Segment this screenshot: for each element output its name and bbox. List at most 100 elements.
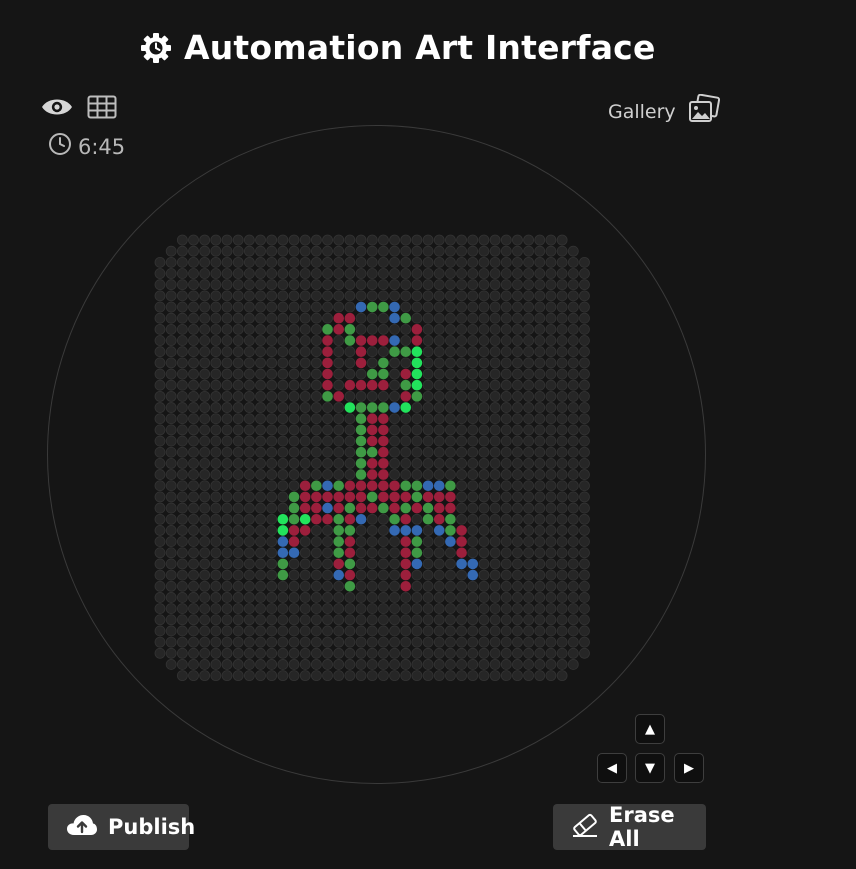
peg-empty[interactable] (221, 435, 233, 447)
peg-empty[interactable] (221, 379, 233, 391)
peg-empty[interactable] (255, 413, 266, 425)
peg-empty[interactable] (255, 614, 266, 626)
peg-empty[interactable] (333, 279, 345, 291)
peg-empty[interactable] (411, 301, 423, 313)
peg-empty[interactable] (188, 323, 199, 335)
peg-empty[interactable] (467, 424, 479, 436)
peg-empty[interactable] (523, 268, 535, 279)
peg-empty[interactable] (467, 513, 479, 525)
peg-empty[interactable] (422, 279, 434, 291)
peg-empty[interactable] (489, 446, 501, 458)
peg-empty[interactable] (210, 368, 222, 380)
peg-empty[interactable] (188, 480, 199, 492)
peg-empty[interactable] (445, 424, 456, 436)
peg-empty[interactable] (188, 279, 199, 291)
peg-empty[interactable] (523, 558, 535, 570)
peg-empty[interactable] (277, 647, 289, 659)
peg-empty[interactable] (266, 647, 278, 659)
peg-empty[interactable] (154, 592, 166, 603)
peg-empty[interactable] (232, 569, 244, 581)
peg-empty[interactable] (277, 491, 289, 503)
peg-empty[interactable] (478, 357, 490, 369)
peg-empty[interactable] (221, 268, 233, 279)
peg-empty[interactable] (523, 569, 535, 581)
peg-empty[interactable] (176, 569, 188, 581)
peg-empty[interactable] (188, 592, 199, 603)
peg-empty[interactable] (556, 647, 568, 659)
peg-green[interactable] (366, 301, 378, 313)
peg-empty[interactable] (176, 413, 188, 425)
peg-green[interactable] (355, 469, 367, 480)
peg-empty[interactable] (165, 592, 177, 603)
peg-empty[interactable] (489, 670, 501, 682)
peg-empty[interactable] (154, 491, 166, 503)
peg-empty[interactable] (221, 614, 233, 626)
peg-empty[interactable] (310, 279, 322, 291)
peg-empty[interactable] (299, 279, 311, 291)
peg-empty[interactable] (188, 234, 199, 246)
peg-empty[interactable] (579, 290, 590, 302)
peg-empty[interactable] (456, 312, 467, 324)
peg-green[interactable] (411, 491, 423, 503)
peg-empty[interactable] (500, 457, 512, 469)
peg-empty[interactable] (210, 636, 222, 648)
peg-empty[interactable] (366, 323, 378, 335)
peg-empty[interactable] (232, 323, 244, 335)
peg-empty[interactable] (221, 413, 233, 425)
peg-empty[interactable] (288, 335, 300, 346)
peg-empty[interactable] (344, 625, 356, 637)
peg-empty[interactable] (344, 469, 356, 480)
peg-blue[interactable] (355, 301, 367, 313)
peg-empty[interactable] (456, 368, 467, 380)
peg-empty[interactable] (534, 614, 546, 626)
peg-empty[interactable] (422, 625, 434, 637)
peg-empty[interactable] (288, 268, 300, 279)
peg-empty[interactable] (210, 435, 222, 447)
peg-red[interactable] (299, 525, 311, 536)
peg-empty[interactable] (232, 301, 244, 313)
peg-empty[interactable] (478, 659, 490, 670)
peg-empty[interactable] (344, 457, 356, 469)
peg-empty[interactable] (456, 357, 467, 369)
peg-empty[interactable] (221, 312, 233, 324)
peg-empty[interactable] (322, 279, 333, 291)
peg-empty[interactable] (243, 402, 255, 413)
peg-empty[interactable] (579, 268, 590, 279)
peg-empty[interactable] (176, 301, 188, 313)
peg-empty[interactable] (567, 647, 579, 659)
peg-empty[interactable] (221, 647, 233, 659)
peg-empty[interactable] (366, 592, 378, 603)
peg-empty[interactable] (422, 435, 434, 447)
peg-empty[interactable] (199, 335, 211, 346)
peg-empty[interactable] (255, 368, 266, 380)
peg-empty[interactable] (467, 446, 479, 458)
peg-empty[interactable] (556, 536, 568, 547)
peg-empty[interactable] (310, 424, 322, 436)
peg-empty[interactable] (467, 301, 479, 313)
peg-empty[interactable] (456, 603, 467, 615)
peg-empty[interactable] (567, 592, 579, 603)
peg-empty[interactable] (433, 290, 445, 302)
peg-empty[interactable] (188, 603, 199, 615)
peg-empty[interactable] (456, 245, 467, 257)
peg-empty[interactable] (154, 480, 166, 492)
peg-empty[interactable] (277, 335, 289, 346)
peg-empty[interactable] (556, 234, 568, 246)
peg-empty[interactable] (154, 256, 166, 268)
peg-empty[interactable] (355, 580, 367, 592)
peg-empty[interactable] (288, 435, 300, 447)
peg-empty[interactable] (377, 256, 389, 268)
peg-empty[interactable] (154, 614, 166, 626)
peg-empty[interactable] (277, 256, 289, 268)
peg-empty[interactable] (210, 413, 222, 425)
peg-empty[interactable] (322, 625, 333, 637)
peg-empty[interactable] (266, 569, 278, 581)
peg-empty[interactable] (165, 659, 177, 670)
peg-empty[interactable] (456, 290, 467, 302)
peg-empty[interactable] (456, 279, 467, 291)
peg-red[interactable] (445, 502, 456, 514)
peg-empty[interactable] (243, 301, 255, 313)
peg-empty[interactable] (199, 636, 211, 648)
peg-red[interactable] (288, 525, 300, 536)
peg-empty[interactable] (221, 603, 233, 615)
